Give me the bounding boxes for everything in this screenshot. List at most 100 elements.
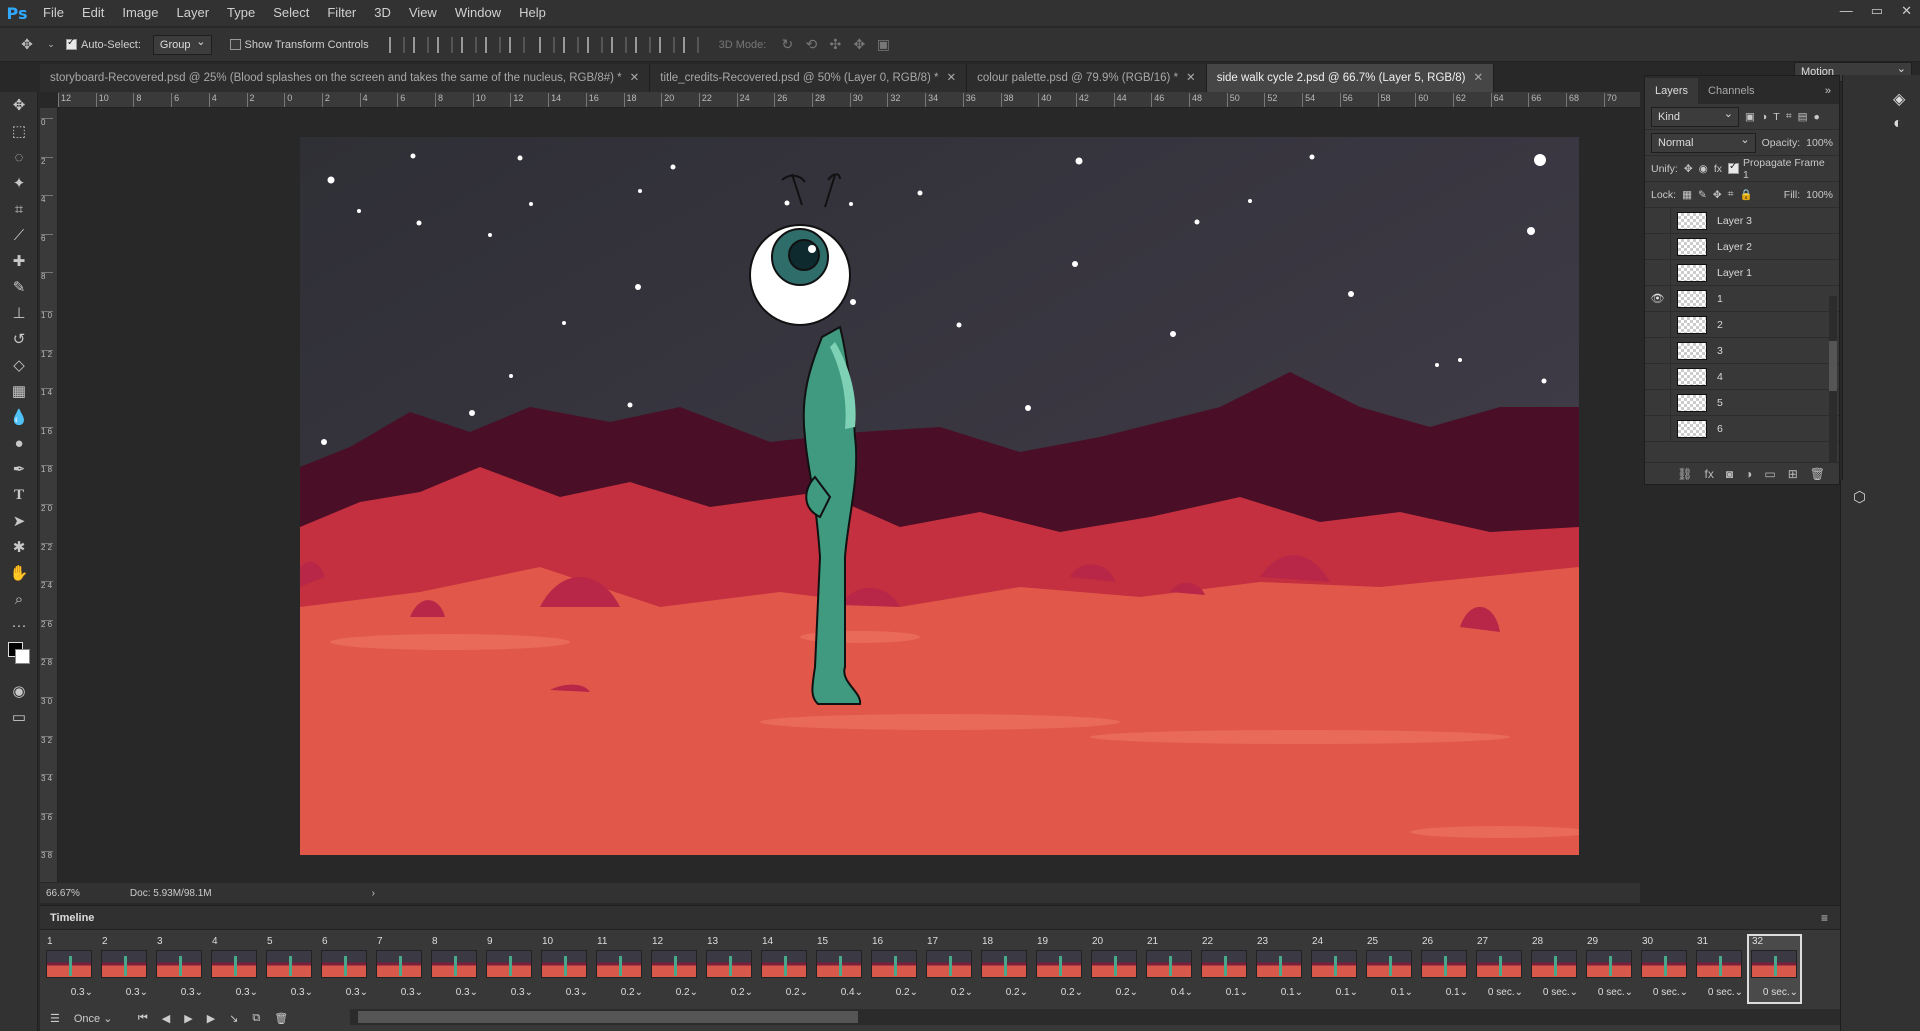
auto-align-icon[interactable] [682, 36, 699, 53]
move-tool-icon[interactable]: ✥ [0, 92, 38, 118]
delete-frame-icon[interactable]: 🗑 [274, 1012, 288, 1025]
minimize-button[interactable]: — [1840, 0, 1853, 22]
align-vcenter-icon[interactable] [412, 36, 429, 53]
frame-delay-select[interactable]: 0.3⌄ [181, 987, 203, 998]
menu-filter[interactable]: Filter [318, 0, 365, 26]
history-brush-tool-icon[interactable]: ↺ [0, 326, 38, 352]
layer-row[interactable]: 3 [1645, 337, 1839, 364]
menu-help[interactable]: Help [510, 0, 555, 26]
frame-delay-select[interactable]: 0 sec.⌄ [1763, 987, 1798, 998]
color-swatches-icon[interactable] [0, 638, 38, 678]
timeline-title[interactable]: Timeline [40, 906, 1840, 930]
slide-3d-icon[interactable]: ✥ [850, 36, 868, 54]
menu-view[interactable]: View [400, 0, 446, 26]
blend-mode-select[interactable]: Normal [1651, 131, 1756, 153]
frame-delay-dropdown-icon[interactable]: ⌄ [690, 987, 698, 998]
path-selection-tool-icon[interactable]: ➤ [0, 508, 38, 534]
shape-tool-icon[interactable]: ✱ [0, 534, 38, 560]
scale-3d-icon[interactable]: ▣ [874, 36, 892, 54]
frame-delay-select[interactable]: 0.3⌄ [456, 987, 478, 998]
frame-delay-dropdown-icon[interactable]: ⌄ [195, 987, 203, 998]
frame-delay-select[interactable]: 0.2⌄ [621, 987, 643, 998]
frame-delay-select[interactable]: 0.2⌄ [786, 987, 808, 998]
animation-frame[interactable]: 3 0.3⌄ [154, 936, 205, 1002]
frame-delay-dropdown-icon[interactable]: ⌄ [525, 987, 533, 998]
close-tab-icon[interactable]: ✕ [947, 72, 957, 84]
new-group-icon[interactable]: ▭ [1764, 467, 1775, 481]
menu-file[interactable]: File [34, 0, 73, 26]
horizontal-ruler[interactable]: 12 10 8 6 4 2 0 2 4 6 8 10 12 14 16 18 20 22 24 26 28 30 32 34 3… [58, 92, 1640, 108]
layer-visibility-eye-icon[interactable] [1645, 415, 1671, 442]
menu-type[interactable]: Type [218, 0, 264, 26]
animation-frame[interactable]: 1 0.3⌄ [44, 936, 95, 1002]
distribute-bottom-icon[interactable] [586, 36, 603, 53]
type-tool-icon[interactable]: T [0, 482, 38, 508]
frame-delay-dropdown-icon[interactable]: ⌄ [1405, 987, 1413, 998]
artboard[interactable] [300, 137, 1579, 855]
filter-adjustment-icon[interactable]: ◑ [1761, 111, 1767, 123]
layer-visibility-eye-icon[interactable] [1645, 259, 1671, 286]
layer-visibility-eye-icon[interactable] [1645, 389, 1671, 416]
animation-frame[interactable]: 31 0 sec.⌄ [1694, 936, 1745, 1002]
animation-frame[interactable]: 29 0 sec.⌄ [1584, 936, 1635, 1002]
show-transform-checkbox[interactable]: Show Transform Controls [229, 39, 369, 51]
animation-frame[interactable]: 26 0.1⌄ [1419, 936, 1470, 1002]
frame-delay-select[interactable]: 0.2⌄ [896, 987, 918, 998]
frame-delay-dropdown-icon[interactable]: ⌄ [85, 987, 93, 998]
frame-delay-dropdown-icon[interactable]: ⌄ [635, 987, 643, 998]
frame-delay-select[interactable]: 0.3⌄ [346, 987, 368, 998]
opacity-value[interactable]: 100% [1806, 137, 1833, 149]
layer-row[interactable]: Layer 2 [1645, 233, 1839, 260]
animation-frame[interactable]: 2 0.3⌄ [99, 936, 150, 1002]
frame-delay-select[interactable]: 0.2⌄ [676, 987, 698, 998]
frame-delay-dropdown-icon[interactable]: ⌄ [800, 987, 808, 998]
dodge-tool-icon[interactable]: ● [0, 430, 38, 456]
healing-brush-tool-icon[interactable]: ✚ [0, 248, 38, 274]
filter-pixel-icon[interactable]: ▣ [1745, 111, 1755, 123]
close-tab-icon[interactable]: ✕ [1474, 72, 1484, 84]
animation-frame[interactable]: 8 0.3⌄ [429, 936, 480, 1002]
filter-smart-icon[interactable]: ▤ [1798, 111, 1808, 123]
lock-pixels-icon[interactable]: ✎ [1698, 189, 1707, 201]
layer-row[interactable]: 5 [1645, 389, 1839, 416]
filter-shape-icon[interactable]: ⌗ [1786, 110, 1792, 123]
lock-transparent-icon[interactable]: ▦ [1682, 189, 1692, 201]
orbit-3d-icon[interactable]: ↻ [778, 36, 796, 54]
timeline-menu-icon[interactable]: ≡ [1821, 911, 1828, 925]
distribute-hcenter-icon[interactable] [634, 36, 651, 53]
lock-position-icon[interactable]: ✥ [1713, 189, 1722, 201]
animation-frame[interactable]: 15 0.4⌄ [814, 936, 865, 1002]
delete-layer-icon[interactable]: 🗑 [1810, 467, 1825, 481]
propagate-frame-checkbox[interactable]: Propagate Frame 1 [1728, 157, 1833, 181]
frame-delay-dropdown-icon[interactable]: ⌄ [360, 987, 368, 998]
frame-delay-select[interactable]: 0.1⌄ [1281, 987, 1303, 998]
menu-edit[interactable]: Edit [73, 0, 113, 26]
frame-delay-select[interactable]: 0 sec.⌄ [1653, 987, 1688, 998]
frame-delay-dropdown-icon[interactable]: ⌄ [1350, 987, 1358, 998]
frame-delay-dropdown-icon[interactable]: ⌄ [1185, 987, 1193, 998]
frame-delay-select[interactable]: 0.4⌄ [1171, 987, 1193, 998]
unify-visibility-icon[interactable]: ◉ [1699, 163, 1708, 175]
frame-delay-select[interactable]: 0.3⌄ [401, 987, 423, 998]
animation-frame[interactable]: 6 0.3⌄ [319, 936, 370, 1002]
frame-delay-select[interactable]: 0 sec.⌄ [1598, 987, 1633, 998]
lasso-tool-icon[interactable]: ◌ [0, 144, 38, 170]
frame-delay-select[interactable]: 0.1⌄ [1336, 987, 1358, 998]
frame-delay-select[interactable]: 0.2⌄ [951, 987, 973, 998]
menu-select[interactable]: Select [264, 0, 318, 26]
menu-3d[interactable]: 3D [365, 0, 400, 26]
animation-frame[interactable]: 20 0.2⌄ [1089, 936, 1140, 1002]
frame-delay-select[interactable]: 0.1⌄ [1226, 987, 1248, 998]
frame-delay-dropdown-icon[interactable]: ⌄ [1295, 987, 1303, 998]
pen-tool-icon[interactable]: ✒ [0, 456, 38, 482]
layer-visibility-eye-icon[interactable] [1645, 363, 1671, 390]
animation-frame[interactable]: 19 0.2⌄ [1034, 936, 1085, 1002]
animation-frame[interactable]: 16 0.2⌄ [869, 936, 920, 1002]
layers-scrollbar[interactable] [1829, 296, 1837, 466]
loop-option-select[interactable]: Once ⌄ [74, 1012, 124, 1025]
document-tab[interactable]: side walk cycle 2.psd @ 66.7% (Layer 5, … [1206, 64, 1495, 92]
animation-frame[interactable]: 32 0 sec.⌄ [1747, 934, 1802, 1004]
close-tab-icon[interactable]: ✕ [630, 72, 640, 84]
layer-visibility-eye-icon[interactable] [1645, 311, 1671, 338]
align-right-icon[interactable] [508, 36, 525, 53]
